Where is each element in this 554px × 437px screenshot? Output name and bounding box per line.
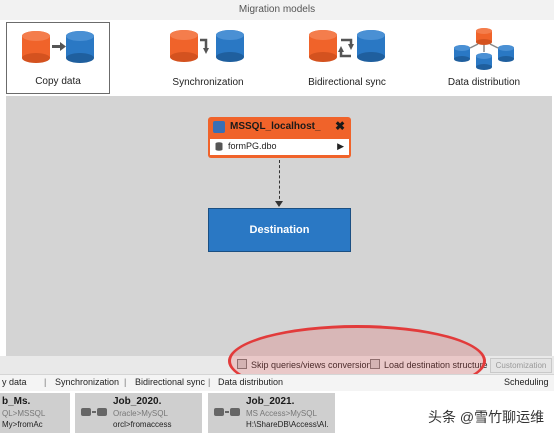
job-target: H:\ShareDB\Access\AI. [246,420,329,429]
model-label: Data distribution [447,77,521,88]
customization-button[interactable]: Customization [490,358,552,373]
model-label: Synchronization [172,77,244,88]
tab-separator: | [208,377,211,387]
source-table-name: formPG.dbo [228,141,277,151]
tab-synchronization[interactable]: Synchronization [55,377,119,387]
synchronization-icon [170,30,244,62]
job-route: Oracle>MySQL [113,409,168,418]
job-card[interactable]: b_Ms. QL>MSSQL My>fromAc [0,393,70,433]
job-card[interactable]: Job_2020. Oracle>MySQL orcl>fromaccess [75,393,202,433]
mssql-db-icon [213,121,225,133]
data-distribution-icon [454,28,514,70]
load-structure-option[interactable]: Load destination structure [370,359,488,370]
job-target: orcl>fromaccess [113,420,172,429]
copy-data-icon [22,31,94,63]
tab-copy-data[interactable]: y data [2,377,27,387]
source-title: MSSQL_localhost_ [230,121,321,132]
load-structure-checkbox[interactable] [370,359,380,369]
skip-queries-option[interactable]: Skip queries/views conversion [237,359,372,370]
model-data-distribution[interactable]: Data distribution [432,22,536,94]
options-bar: Skip queries/views conversion Load desti… [0,356,554,374]
job-route: QL>MSSQL [2,409,46,418]
bottom-tabs: y data | Synchronization | Bidirectional… [0,374,554,392]
close-icon[interactable]: ✖ [335,119,345,133]
destination-node[interactable]: Destination [208,208,351,252]
expand-arrow-icon[interactable]: ▶ [337,141,344,152]
tab-data-distribution[interactable]: Data distribution [218,377,283,387]
model-label: Copy data [35,76,81,87]
load-structure-label: Load destination structure [384,360,488,370]
tab-bidirectional-sync[interactable]: Bidirectional sync [135,377,205,387]
job-target: My>fromAc [2,420,43,429]
job-name: b_Ms. [2,396,31,407]
migration-models-panel: Copy data Synchronization Bidirectional … [0,20,554,96]
model-label: Bidirectional sync [308,77,386,88]
watermark: 头条 @雪竹聊运维 [428,409,545,425]
model-synchronization[interactable]: Synchronization [156,22,260,94]
job-name: Job_2020. [113,396,162,407]
job-db-icon [214,408,240,416]
tab-separator: | [124,377,127,387]
connection-line [279,160,280,204]
source-table-row[interactable]: formPG.dbo ▶ [210,139,349,155]
connection-arrow-icon [275,201,283,207]
table-icon [215,142,223,151]
job-db-icon [81,408,107,416]
job-route: MS Access>MySQL [246,409,317,418]
tab-separator: | [44,377,47,387]
source-node[interactable]: MSSQL_localhost_ ✖ formPG.dbo ▶ [208,117,351,158]
model-copy-data[interactable]: Copy data [6,22,110,94]
job-card[interactable]: Job_2021. MS Access>MySQL H:\ShareDB\Acc… [208,393,335,433]
job-name: Job_2021. [246,396,295,407]
skip-queries-label: Skip queries/views conversion [251,360,372,370]
bidirectional-sync-icon [309,30,385,62]
model-bidirectional-sync[interactable]: Bidirectional sync [295,22,399,94]
skip-queries-checkbox[interactable] [237,359,247,369]
window-title: Migration models [0,0,554,21]
tab-scheduling[interactable]: Scheduling [504,377,549,387]
